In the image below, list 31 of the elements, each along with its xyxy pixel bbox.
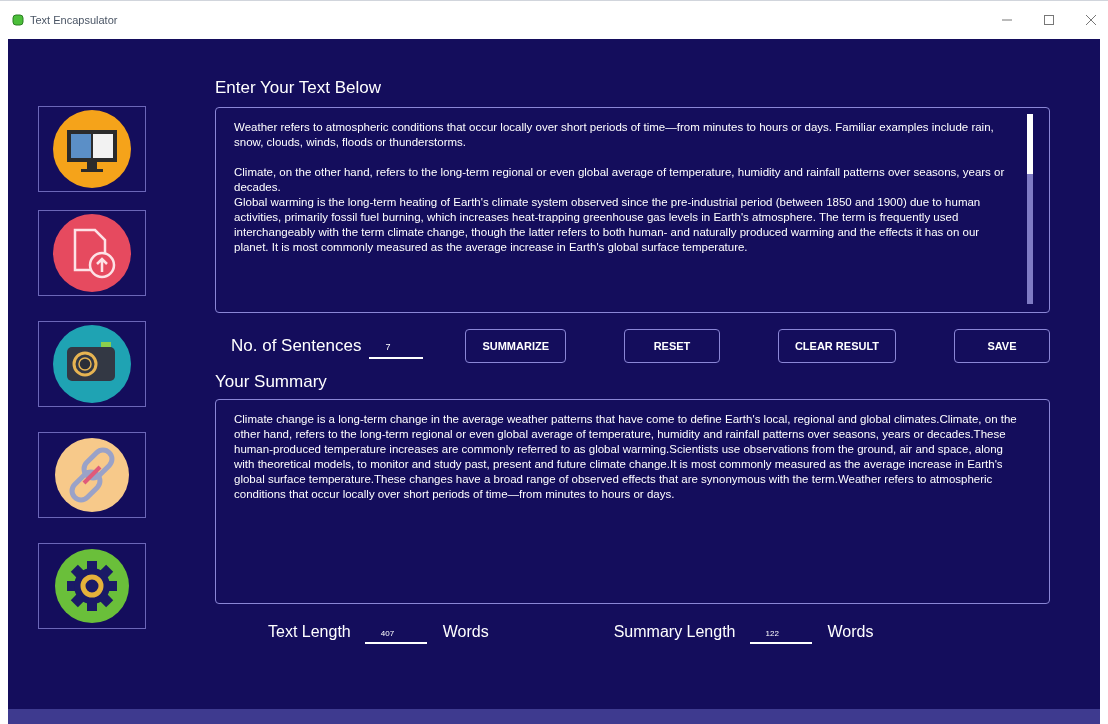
monitor-icon — [53, 110, 131, 188]
length-field: 122 — [749, 620, 812, 644]
link-icon — [55, 438, 129, 512]
sentences-label: No. of Sentences — [231, 335, 362, 358]
file-upload-icon — [53, 214, 131, 292]
length-label: Summary Length — [613, 622, 736, 642]
words-label: Words — [442, 622, 489, 642]
words-label: Words — [827, 622, 874, 642]
camera-icon — [53, 325, 131, 403]
maximize-icon[interactable] — [1044, 15, 1054, 25]
length-label: Text Length — [268, 622, 351, 642]
sidebar-button[interactable] — [38, 321, 146, 407]
action-button[interactable]: SAVE — [954, 329, 1050, 363]
action-button[interactable]: RESET — [623, 329, 720, 363]
summary-text-area[interactable]: Climate change is a long-term change in the average weather patterns that have come to define Earth's local, regional and global climates.Climate, on the other hand, refers to the long-term regional or even global average of temperature, humidity and rainfall patterns over seasons, years or decades.These human-produced temperature increases are commonly referred to as global warming.Scientists use observations from the ground, air and space, along with theoretical models, to monitor and study past, present and future climate change.It is most commonly measured as the average increase in Earth's global surface temperature.These changes have a broad range of observed effects that are synonymous with the term.Weather refers to atmospheric conditions that occur locally over short periods of time—from minutes to hours or days. — [215, 399, 1050, 604]
action-button[interactable]: CLEAR RESULT — [777, 329, 897, 363]
sidebar-button[interactable] — [38, 210, 146, 296]
input-heading: Enter Your Text Below — [215, 77, 382, 99]
length-field: 407 — [364, 620, 427, 644]
app-icon — [12, 14, 24, 26]
sidebar-button[interactable] — [38, 106, 146, 192]
sidebar-button[interactable] — [38, 432, 146, 518]
window-title: Text Encapsulator — [30, 12, 118, 28]
sentences-field[interactable]: 7 — [369, 333, 424, 359]
sidebar-button[interactable] — [38, 543, 146, 629]
action-button[interactable]: SUMMARIZE — [465, 329, 567, 363]
input-text-area[interactable]: Weather refers to atmospheric conditions that occur locally over short periods of time—from minutes to hours or days. Familiar examples include rain, snow, clouds, winds, floods or thunderstorms. Climate, on the other hand, refers to the long-term regional or even global average of temperature, humidity and rainfall patterns over seasons, years or decades. Global warming is the long-term heating of Earth's climate system observed since the pre-industrial period (between 1850 and 1900) due to human activities, primarily fossil fuel burning, which increases heat-trapping greenhouse gas levels in Earth's atmosphere. The term is frequently used interchangeably with the term climate change, though the latter refers to both human- and naturally produced warming and the effects it has on our planet. It is most commonly measured as the average increase in Earth's global surface temperature. — [215, 107, 1050, 313]
scrollbar[interactable] — [1027, 114, 1033, 304]
settings-icon — [55, 549, 129, 623]
close-icon[interactable] — [1086, 15, 1096, 25]
summary-heading: Your Summary — [215, 371, 328, 393]
